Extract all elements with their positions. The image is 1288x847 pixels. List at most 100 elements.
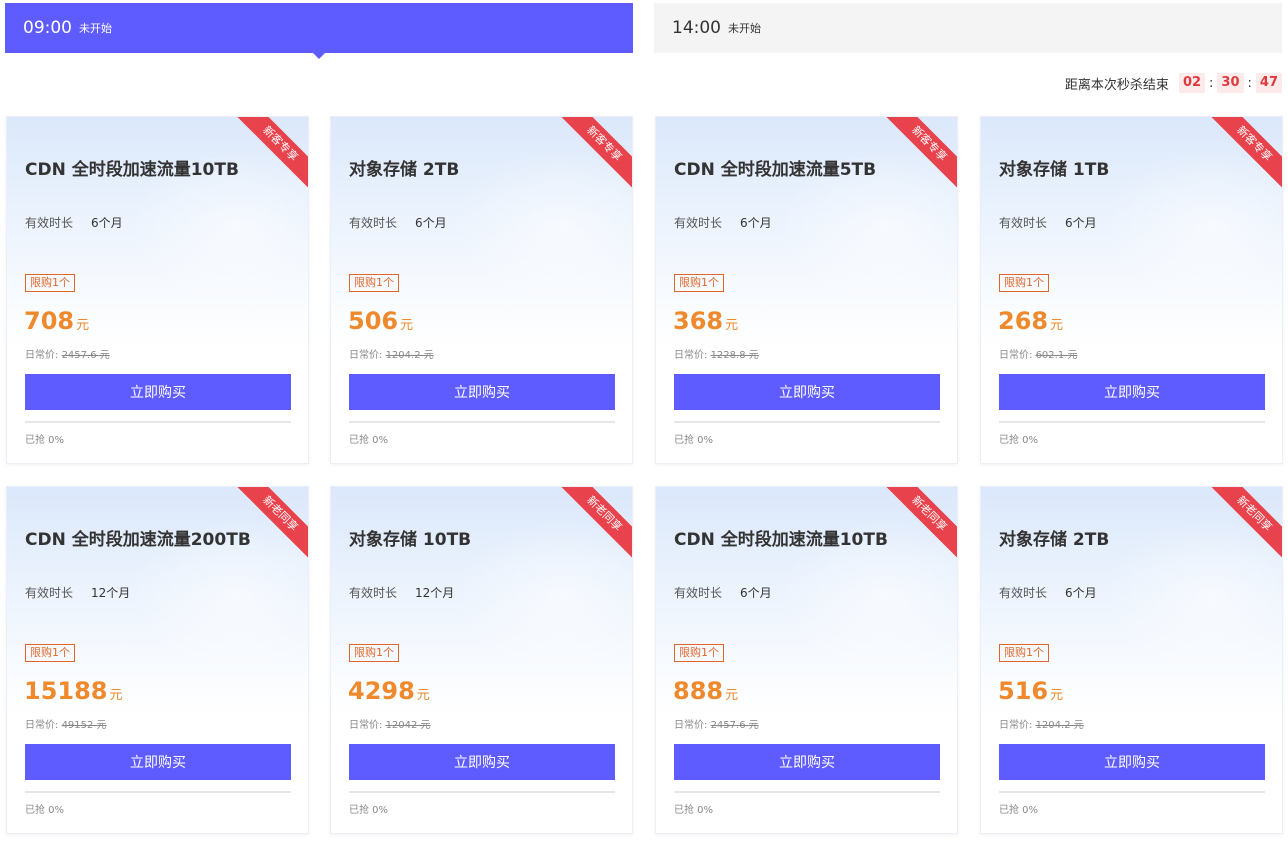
original-price: 日常价: 1228.8 元 xyxy=(674,346,759,361)
sold-progress-bar xyxy=(25,791,291,793)
original-price-value: 602.1 元 xyxy=(1035,350,1078,361)
original-price-label: 日常价: xyxy=(674,350,708,361)
sold-percentage: 已抢 0% xyxy=(25,805,65,816)
duration-row: 有效时长 6个月 xyxy=(674,584,772,601)
duration-label: 有效时长 xyxy=(999,586,1048,600)
original-price-value: 1204.2 元 xyxy=(1035,720,1084,731)
product-title: CDN 全时段加速流量5TB xyxy=(674,160,877,180)
duration-value: 6个月 xyxy=(740,216,772,230)
sold-progress-bar xyxy=(999,421,1265,423)
sale-price: 506 元 xyxy=(348,307,413,335)
sale-price: 888 元 xyxy=(673,677,738,705)
original-price-value: 49152 元 xyxy=(61,720,107,731)
original-price-label: 日常价: xyxy=(999,350,1033,361)
purchase-limit-badge: 限购1个 xyxy=(674,274,724,292)
price-unit: 元 xyxy=(109,688,123,703)
product-card: 新客专享 CDN 全时段加速流量5TB 有效时长 6个月 限购1个 368 元 日常… xyxy=(655,116,958,464)
product-title: 对象存储 1TB xyxy=(999,160,1110,180)
sold-percentage: 已抢 0% xyxy=(349,435,389,446)
duration-value: 12个月 xyxy=(415,586,455,600)
product-card: 新客专享 对象存储 2TB 有效时长 6个月 限购1个 506 元 日常价: 120… xyxy=(330,116,633,464)
purchase-limit-badge: 限购1个 xyxy=(349,274,399,292)
duration-row: 有效时长 12个月 xyxy=(25,584,130,601)
duration-value: 6个月 xyxy=(91,216,123,230)
original-price-label: 日常价: xyxy=(999,720,1033,731)
sold-percentage: 已抢 0% xyxy=(349,805,389,816)
duration-label: 有效时长 xyxy=(674,586,723,600)
sold-percentage: 已抢 0% xyxy=(999,805,1039,816)
original-price: 日常价: 2457.6 元 xyxy=(674,716,759,731)
price-value: 4298 xyxy=(348,677,415,705)
purchase-limit-badge: 限购1个 xyxy=(999,274,1049,292)
buy-now-button[interactable]: 立即购买 xyxy=(25,374,291,410)
sold-progress-bar xyxy=(349,791,615,793)
duration-value: 12个月 xyxy=(91,586,131,600)
purchase-limit-badge: 限购1个 xyxy=(349,644,399,662)
buy-now-button[interactable]: 立即购买 xyxy=(674,374,940,410)
price-value: 368 xyxy=(673,307,724,335)
product-grid: 新客专享 CDN 全时段加速流量10TB 有效时长 6个月 限购1个 708 元 日… xyxy=(0,0,1288,847)
product-title: 对象存储 2TB xyxy=(999,530,1110,550)
duration-row: 有效时长 12个月 xyxy=(349,584,454,601)
duration-label: 有效时长 xyxy=(349,586,398,600)
duration-row: 有效时长 6个月 xyxy=(349,214,447,231)
product-title: CDN 全时段加速流量200TB xyxy=(25,530,251,550)
product-card: 新老同享 CDN 全时段加速流量200TB 有效时长 12个月 限购1个 1518… xyxy=(6,486,309,834)
product-title: CDN 全时段加速流量10TB xyxy=(674,530,888,550)
purchase-limit-badge: 限购1个 xyxy=(25,274,75,292)
price-value: 888 xyxy=(673,677,724,705)
duration-row: 有效时长 6个月 xyxy=(25,214,123,231)
purchase-limit-badge: 限购1个 xyxy=(25,644,75,662)
duration-value: 6个月 xyxy=(1065,586,1097,600)
buy-now-button[interactable]: 立即购买 xyxy=(674,744,940,780)
product-card: 新客专享 CDN 全时段加速流量10TB 有效时长 6个月 限购1个 708 元 日… xyxy=(6,116,309,464)
sale-price: 368 元 xyxy=(673,307,738,335)
purchase-limit-badge: 限购1个 xyxy=(674,644,724,662)
original-price: 日常价: 602.1 元 xyxy=(999,346,1077,361)
price-unit: 元 xyxy=(400,318,414,333)
product-title: 对象存储 2TB xyxy=(349,160,460,180)
buy-now-button[interactable]: 立即购买 xyxy=(349,374,615,410)
duration-row: 有效时长 6个月 xyxy=(999,584,1097,601)
sold-progress-bar xyxy=(349,421,615,423)
original-price-value: 1228.8 元 xyxy=(710,350,759,361)
sale-price: 4298 元 xyxy=(348,677,430,705)
duration-label: 有效时长 xyxy=(674,216,723,230)
original-price: 日常价: 2457.6 元 xyxy=(25,346,110,361)
original-price: 日常价: 1204.2 元 xyxy=(999,716,1084,731)
sale-price: 708 元 xyxy=(24,307,89,335)
sold-progress-bar xyxy=(674,421,940,423)
original-price-value: 12042 元 xyxy=(385,720,431,731)
sold-percentage: 已抢 0% xyxy=(674,805,714,816)
duration-row: 有效时长 6个月 xyxy=(674,214,772,231)
product-title: 对象存储 10TB xyxy=(349,530,472,550)
price-value: 506 xyxy=(348,307,399,335)
duration-label: 有效时长 xyxy=(349,216,398,230)
price-value: 516 xyxy=(998,677,1049,705)
price-value: 15188 xyxy=(24,677,108,705)
sold-progress-bar xyxy=(674,791,940,793)
duration-value: 6个月 xyxy=(740,586,772,600)
buy-now-button[interactable]: 立即购买 xyxy=(999,744,1265,780)
sold-percentage: 已抢 0% xyxy=(674,435,714,446)
original-price-label: 日常价: xyxy=(25,350,59,361)
price-unit: 元 xyxy=(725,688,739,703)
purchase-limit-badge: 限购1个 xyxy=(999,644,1049,662)
duration-value: 6个月 xyxy=(415,216,447,230)
original-price-value: 2457.6 元 xyxy=(61,350,110,361)
buy-now-button[interactable]: 立即购买 xyxy=(999,374,1265,410)
duration-label: 有效时长 xyxy=(25,586,74,600)
original-price-value: 1204.2 元 xyxy=(385,350,434,361)
product-title: CDN 全时段加速流量10TB xyxy=(25,160,239,180)
price-unit: 元 xyxy=(1050,688,1064,703)
buy-now-button[interactable]: 立即购买 xyxy=(25,744,291,780)
product-card: 新客专享 对象存储 1TB 有效时长 6个月 限购1个 268 元 日常价: 602… xyxy=(980,116,1283,464)
sale-price: 15188 元 xyxy=(24,677,123,705)
buy-now-button[interactable]: 立即购买 xyxy=(349,744,615,780)
sold-progress-bar xyxy=(25,421,291,423)
product-card: 新老同享 对象存储 10TB 有效时长 12个月 限购1个 4298 元 日常价: … xyxy=(330,486,633,834)
price-unit: 元 xyxy=(416,688,430,703)
product-card: 新老同享 CDN 全时段加速流量10TB 有效时长 6个月 限购1个 888 元 日… xyxy=(655,486,958,834)
sold-percentage: 已抢 0% xyxy=(25,435,65,446)
original-price-value: 2457.6 元 xyxy=(710,720,759,731)
